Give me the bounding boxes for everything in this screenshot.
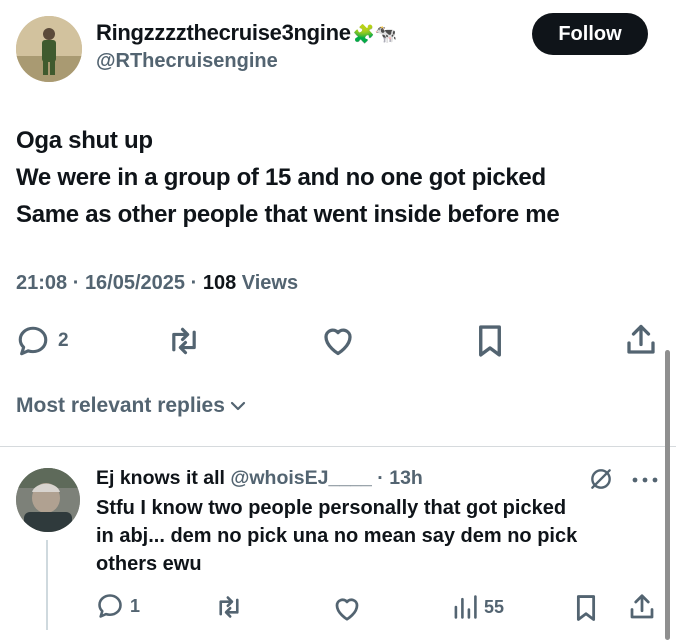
repost-icon[interactable] [166, 325, 202, 357]
reply-author-avatar[interactable] [16, 468, 80, 532]
post-text: Oga shut up We were in a group of 15 and… [16, 122, 560, 233]
thread-line [46, 540, 48, 630]
meta-separator: · [190, 272, 203, 294]
reply-header: Ej knows it all @whoisEJ____ · 13h [96, 467, 423, 490]
post-time[interactable]: 21:08 [16, 272, 67, 294]
like-icon[interactable] [332, 594, 362, 622]
reply-count: 2 [58, 330, 69, 351]
author-handle[interactable]: @RThecruisengine [96, 50, 278, 73]
views-count: 108 [202, 272, 237, 294]
replies-sort-dropdown[interactable]: Most relevant replies [16, 394, 247, 418]
views-icon [452, 594, 478, 620]
reply-reply-action[interactable]: 1 [96, 592, 140, 620]
bookmark-icon[interactable] [574, 594, 598, 622]
share-icon[interactable] [624, 322, 658, 358]
chevron-down-icon [229, 399, 247, 413]
reply-views-action[interactable]: 55 [452, 594, 504, 620]
views-label: Views [241, 272, 299, 294]
post-line: Same as other people that went inside be… [16, 201, 560, 228]
reply-line: in abj... dem no pick una no mean say de… [96, 525, 578, 547]
reply-age[interactable]: 13h [389, 467, 423, 489]
follow-button[interactable]: Follow [532, 13, 648, 55]
reply-icon [16, 324, 50, 358]
author-name[interactable]: Ringzzzzthecruise3ngine 🧩🐄 [96, 20, 397, 46]
divider [0, 446, 676, 447]
post-line: Oga shut up [16, 127, 153, 154]
bookmark-icon[interactable] [476, 324, 504, 358]
like-icon[interactable] [320, 323, 356, 357]
reply-views-count: 55 [484, 596, 505, 617]
author-emoji-badges: 🧩🐄 [352, 24, 398, 44]
meta-separator: · [377, 467, 390, 489]
reply-author-name[interactable]: Ej knows it all [96, 467, 225, 489]
reply-text: Stfu I know two people personally that g… [96, 494, 656, 578]
grok-icon[interactable] [588, 466, 614, 492]
meta-separator: · [72, 272, 85, 294]
post-date[interactable]: 16/05/2025 [85, 272, 185, 294]
reply-icon [96, 592, 124, 620]
reply-action[interactable]: 2 [16, 324, 69, 358]
share-icon[interactable] [628, 592, 656, 622]
post-meta: 21:08 · 16/05/2025 · 108 Views [16, 272, 298, 295]
more-options-icon[interactable] [631, 476, 659, 484]
author-avatar[interactable] [16, 16, 82, 82]
replies-sort-label: Most relevant replies [16, 394, 225, 417]
scrollbar[interactable] [665, 350, 670, 640]
reply-reply-count: 1 [130, 595, 141, 616]
post-line: We were in a group of 15 and no one got … [16, 164, 546, 191]
reply-author-handle[interactable]: @whoisEJ____ [230, 467, 372, 489]
repost-icon[interactable] [214, 594, 244, 620]
reply-line: others ewu [96, 553, 202, 575]
reply-line: Stfu I know two people personally that g… [96, 497, 567, 519]
